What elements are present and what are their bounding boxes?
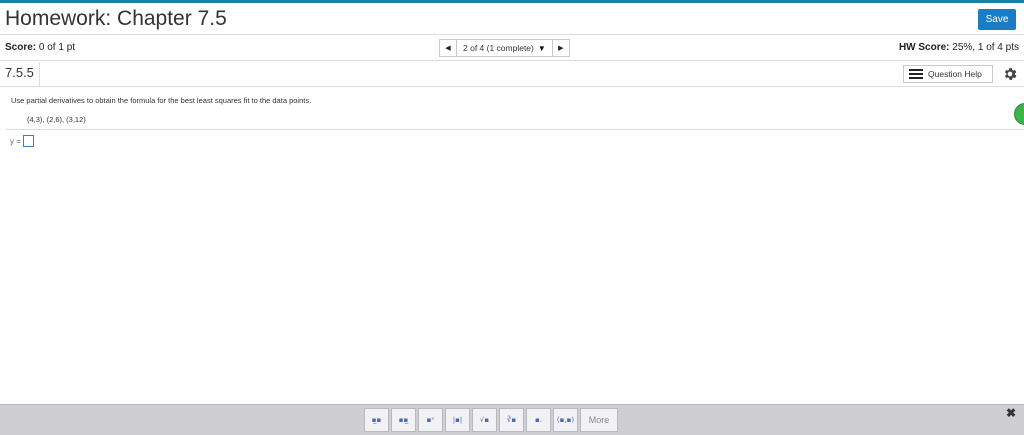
close-icon[interactable]: ✖	[1006, 406, 1016, 420]
fraction-tool-button[interactable]: ▪̲▪	[364, 408, 389, 432]
triangle-right-icon: ▶	[558, 45, 564, 52]
square-root-tool-button[interactable]: √▪	[472, 408, 497, 432]
previous-question-button[interactable]: ◀	[439, 39, 457, 57]
more-tools-button[interactable]: More	[580, 408, 618, 432]
question-select-label: 2 of 4 (1 complete)	[463, 43, 534, 53]
gear-icon[interactable]	[1002, 66, 1018, 82]
answer-area: y =	[10, 135, 34, 147]
next-question-button[interactable]: ▶	[551, 39, 570, 57]
math-toolbar: ▪̲▪ ▪▪̲ ▪ˣ |▪| √▪ ∛▪ ▪. (▪,▪) More ✖	[0, 404, 1024, 435]
score-bar: Score: 0 of 1 pt ◀ 2 of 4 (1 complete) ▼…	[0, 36, 1024, 61]
hw-score-value: 25%, 1 of 4 pts	[952, 42, 1019, 53]
homework-title: Homework: Chapter 7.5	[5, 7, 227, 30]
decimal-tool-button[interactable]: ▪.	[526, 408, 551, 432]
ordered-pair-tool-button[interactable]: (▪,▪)	[553, 408, 578, 432]
math-tool-group: ▪̲▪ ▪▪̲ ▪ˣ |▪| √▪ ∛▪ ▪. (▪,▪) More	[364, 408, 618, 432]
hw-score-label: HW Score:	[898, 42, 950, 53]
triangle-left-icon: ◀	[445, 45, 451, 52]
absolute-value-tool-button[interactable]: |▪|	[445, 408, 470, 432]
mixed-number-tool-button[interactable]: ▪▪̲	[391, 408, 416, 432]
nth-root-tool-button[interactable]: ∛▪	[499, 408, 524, 432]
data-points: (4,3), (2,6), (3,12)	[27, 115, 86, 124]
score-display: Score: 0 of 1 pt	[5, 42, 75, 53]
hw-score-display: HW Score: 25%, 1 of 4 pts	[899, 42, 1019, 53]
answer-prefix: y =	[10, 136, 21, 146]
title-bar: Homework: Chapter 7.5 Save	[0, 3, 1024, 35]
question-divider	[6, 129, 1024, 130]
list-icon	[909, 69, 923, 79]
section-number: 7.5.5	[0, 62, 40, 86]
save-button[interactable]: Save	[978, 9, 1016, 30]
answer-input[interactable]	[22, 135, 34, 147]
section-bar: 7.5.5 Question Help	[0, 62, 1024, 87]
side-panel-tab[interactable]	[1014, 103, 1024, 125]
score-value: 0 of 1 pt	[38, 42, 76, 53]
question-help-button[interactable]: Question Help	[903, 65, 993, 83]
question-help-label: Question Help	[928, 69, 982, 79]
exponent-tool-button[interactable]: ▪ˣ	[418, 408, 443, 432]
question-prompt: Use partial derivatives to obtain the fo…	[11, 96, 312, 105]
caret-down-icon: ▼	[537, 43, 546, 53]
question-select[interactable]: 2 of 4 (1 complete) ▼	[457, 39, 552, 57]
question-navigator: ◀ 2 of 4 (1 complete) ▼ ▶	[439, 39, 570, 57]
score-label: Score:	[5, 42, 37, 53]
